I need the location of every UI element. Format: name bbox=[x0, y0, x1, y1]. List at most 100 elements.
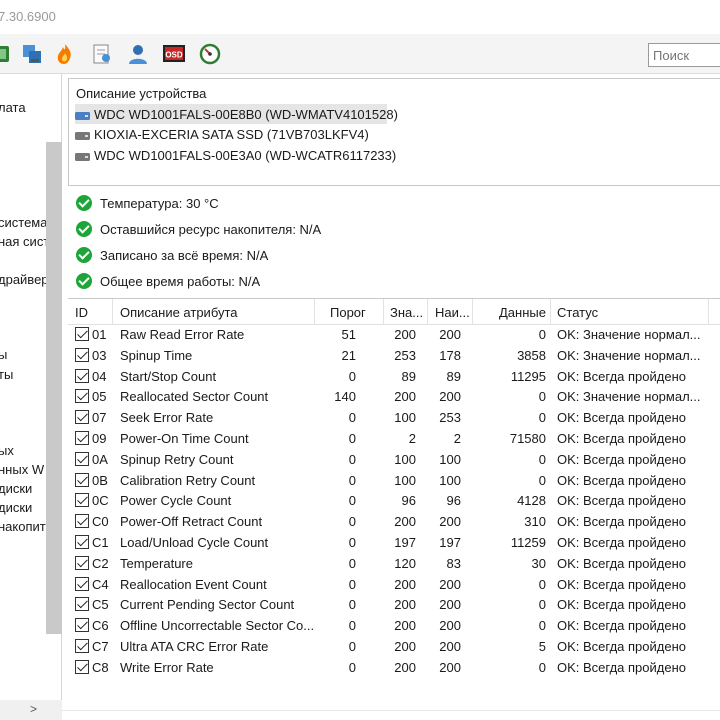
table-row[interactable]: C6 Offline Uncorrectable Sector Co... 0 200… bbox=[68, 615, 720, 636]
device-name: WDC WD1001FALS-00E3A0 (WD-WCATR6117233) bbox=[94, 147, 397, 163]
column-header-value[interactable]: Зна... bbox=[390, 305, 423, 320]
attr-status: OK: Всегда пройдено bbox=[557, 576, 686, 592]
row-checkbox[interactable] bbox=[75, 639, 89, 653]
row-checkbox[interactable] bbox=[75, 555, 89, 570]
tree-item[interactable]: система bbox=[0, 215, 47, 230]
attr-data: 0 bbox=[538, 576, 546, 592]
row-checkbox[interactable] bbox=[75, 410, 89, 425]
attr-data: 3858 bbox=[517, 347, 546, 363]
row-checkbox[interactable] bbox=[75, 659, 89, 674]
attr-threshold: 0 bbox=[348, 597, 356, 613]
row-checkbox[interactable] bbox=[75, 389, 89, 404]
column-header-id[interactable]: ID bbox=[75, 305, 88, 320]
attr-threshold: 51 bbox=[341, 327, 356, 342]
report-icon[interactable] bbox=[90, 42, 114, 66]
table-row[interactable]: 07 Seek Error Rate 0 100 253 0 OK: Всегда прой… bbox=[68, 407, 720, 428]
attr-worst: 200 bbox=[439, 639, 461, 654]
table-row[interactable]: C7 Ultra ATA CRC Error Rate 0 200 200 5 OK: Вс… bbox=[68, 636, 720, 657]
row-checkbox[interactable] bbox=[75, 514, 89, 529]
attr-data: 0 bbox=[538, 659, 546, 675]
column-header-worst[interactable]: Наи... bbox=[435, 305, 470, 320]
row-checkbox[interactable] bbox=[75, 431, 89, 445]
attr-status: OK: Всегда пройдено bbox=[557, 493, 686, 509]
column-header-threshold[interactable]: Порог bbox=[330, 305, 366, 320]
attr-worst: 200 bbox=[439, 514, 461, 530]
sidebar-scrollbar-thumb[interactable] bbox=[46, 142, 62, 634]
table-row[interactable]: 0A Spinup Retry Count 0 100 100 0 OK: Всегда п… bbox=[68, 449, 720, 470]
row-checkbox[interactable] bbox=[75, 597, 89, 612]
disk-icon[interactable] bbox=[0, 42, 12, 66]
attr-value: 89 bbox=[401, 368, 416, 384]
attr-threshold: 0 bbox=[348, 472, 356, 488]
table-row[interactable]: 05 Reallocated Sector Count 140 200 200 0 OK: … bbox=[68, 386, 720, 407]
row-checkbox[interactable] bbox=[75, 618, 89, 633]
table-row[interactable]: 04 Start/Stop Count 0 89 89 11295 OK: Всегда п… bbox=[68, 366, 720, 387]
attr-threshold: 0 bbox=[348, 576, 356, 592]
attr-data: 4128 bbox=[517, 493, 546, 509]
device-item[interactable]: KIOXIA-EXCERIA SATA SSD (71VB703LKFV4) bbox=[75, 124, 387, 144]
device-item[interactable]: WDC WD1001FALS-00E8B0 (WD-WMATV4101528) bbox=[75, 104, 398, 124]
tree-item[interactable]: диски bbox=[0, 500, 32, 515]
attr-value: 200 bbox=[394, 659, 416, 675]
tree-item[interactable]: диски bbox=[0, 481, 32, 496]
attr-value: 96 bbox=[401, 493, 416, 509]
table-row[interactable]: C8 Write Error Rate 0 200 200 0 OK: Всегда про… bbox=[68, 657, 720, 678]
row-checkbox[interactable] bbox=[75, 472, 89, 487]
row-checkbox[interactable] bbox=[75, 327, 89, 341]
tree-item[interactable]: лата bbox=[0, 100, 26, 115]
tree-item[interactable]: драйвер bbox=[0, 272, 49, 287]
smart-attribute-table: ID Описание атрибута Порог Зна... Наи...… bbox=[68, 298, 720, 720]
column-header-data[interactable]: Данные bbox=[499, 305, 546, 320]
attr-worst: 96 bbox=[446, 493, 461, 509]
attr-data: 0 bbox=[538, 410, 546, 426]
device-item[interactable]: WDC WD1001FALS-00E3A0 (WD-WCATR6117233) bbox=[75, 145, 396, 165]
tree-item[interactable]: накопит bbox=[0, 519, 46, 534]
row-checkbox[interactable] bbox=[75, 576, 89, 591]
table-row[interactable]: 01 Raw Read Error Rate 51 200 200 0 OK: Значен… bbox=[68, 324, 720, 345]
table-row[interactable]: C1 Load/Unload Cycle Count 0 197 197 11259 OK:… bbox=[68, 532, 720, 553]
attr-status: OK: Всегда пройдено bbox=[557, 597, 686, 613]
attr-worst: 89 bbox=[446, 368, 461, 384]
bottom-scrollbar[interactable] bbox=[62, 710, 720, 720]
table-row[interactable]: 09 Power-On Time Count 0 2 2 71580 OK: Всегда … bbox=[68, 428, 720, 449]
table-row[interactable]: 03 Spinup Time 21 253 178 3858 OK: Значение но… bbox=[68, 345, 720, 366]
osd-icon[interactable]: OSD bbox=[162, 42, 186, 66]
attr-name: Current Pending Sector Count bbox=[120, 597, 295, 613]
row-checkbox[interactable] bbox=[75, 535, 89, 549]
tree-item[interactable]: ная сист bbox=[0, 234, 49, 249]
attr-value: 253 bbox=[394, 347, 416, 363]
device-list-header: Описание устройства bbox=[76, 86, 207, 101]
attr-data: 30 bbox=[531, 555, 546, 571]
table-row[interactable]: 0C Power Cycle Count 0 96 96 4128 OK: Всегда п… bbox=[68, 490, 720, 511]
tree-item[interactable]: ты bbox=[0, 367, 13, 382]
table-row[interactable]: C5 Current Pending Sector Count 0 200 200 0 OK… bbox=[68, 594, 720, 615]
attr-status: OK: Всегда пройдено bbox=[557, 368, 686, 384]
attr-id: 05 bbox=[92, 389, 107, 405]
tree-item[interactable]: ых bbox=[0, 443, 14, 458]
row-checkbox[interactable] bbox=[75, 493, 89, 508]
column-header-description[interactable]: Описание атрибута bbox=[120, 305, 238, 320]
attr-id: C1 bbox=[92, 535, 109, 550]
attr-name: Load/Unload Cycle Count bbox=[120, 535, 269, 550]
user-icon[interactable] bbox=[126, 42, 150, 66]
tree-item[interactable]: нных W bbox=[0, 462, 44, 477]
attr-worst: 200 bbox=[439, 389, 461, 405]
attr-status: OK: Всегда пройдено bbox=[557, 472, 686, 488]
row-checkbox[interactable] bbox=[75, 347, 89, 362]
gauge-icon[interactable] bbox=[198, 42, 222, 66]
search-input[interactable] bbox=[648, 43, 720, 67]
row-checkbox[interactable] bbox=[75, 368, 89, 383]
column-header-status[interactable]: Статус bbox=[557, 305, 598, 320]
table-row[interactable]: C4 Reallocation Event Count 0 200 200 0 OK: Вс… bbox=[68, 574, 720, 595]
table-row[interactable]: C2 Temperature 0 120 83 30 OK: Всегда пройдено bbox=[68, 553, 720, 574]
table-row[interactable]: C0 Power-Off Retract Count 0 200 200 310 OK: В… bbox=[68, 511, 720, 532]
flame-icon[interactable] bbox=[53, 42, 77, 66]
row-checkbox[interactable] bbox=[75, 451, 89, 466]
attr-name: Spinup Retry Count bbox=[120, 451, 234, 467]
network-icon[interactable] bbox=[20, 42, 44, 66]
table-row[interactable]: 0B Calibration Retry Count 0 100 100 0 OK: Все… bbox=[68, 470, 720, 491]
tree-item[interactable]: ы bbox=[0, 347, 7, 362]
attr-threshold: 0 bbox=[348, 659, 356, 675]
attr-status: OK: Всегда пройдено bbox=[557, 431, 686, 446]
scroll-right-icon[interactable]: > bbox=[30, 702, 37, 716]
